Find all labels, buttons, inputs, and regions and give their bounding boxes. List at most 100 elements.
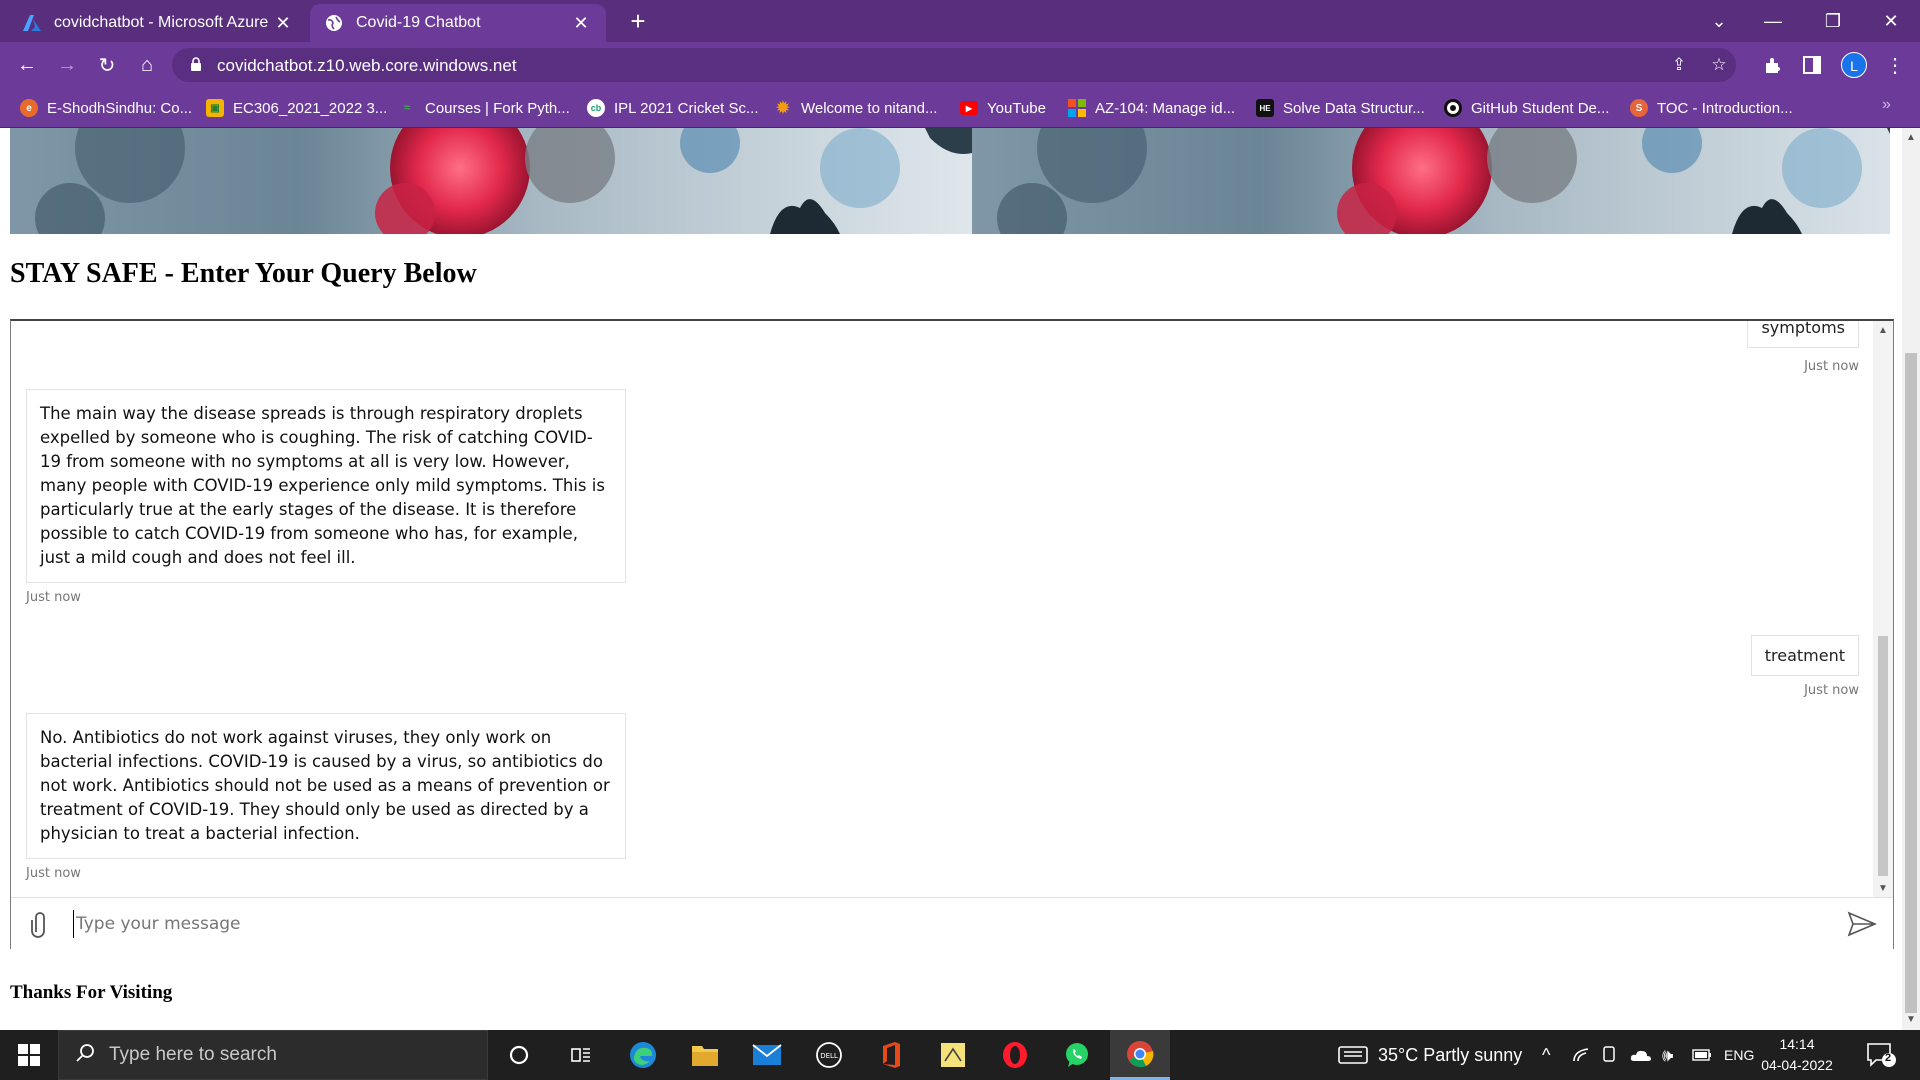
scrollbar-thumb[interactable] bbox=[1905, 353, 1917, 1013]
bookmark-label: E-ShodhSindhu: Co... bbox=[47, 99, 193, 117]
close-tab-icon[interactable]: ✕ bbox=[272, 13, 294, 34]
bookmark-item[interactable]: ▣ EC306_2021_2022 3... bbox=[206, 96, 387, 120]
home-button[interactable]: ⌂ bbox=[132, 50, 162, 80]
speaker-icon[interactable]: 🕪 bbox=[1662, 1030, 1673, 1080]
youtube-icon: ▶ bbox=[960, 101, 978, 115]
clock-time: 14:14 bbox=[1779, 1036, 1815, 1052]
globe-icon bbox=[324, 13, 344, 33]
bookmark-item[interactable]: ▶ YouTube bbox=[960, 96, 1046, 120]
dell-icon[interactable]: DELL bbox=[800, 1030, 858, 1080]
webchat-container: symptoms Just now The main way the disea… bbox=[10, 319, 1894, 949]
microsoft-icon bbox=[1068, 99, 1086, 117]
classroom-icon: ▣ bbox=[206, 99, 224, 117]
bookmark-item[interactable]: S TOC - Introduction... bbox=[1630, 96, 1793, 120]
task-view-icon[interactable] bbox=[552, 1030, 610, 1080]
lock-icon[interactable] bbox=[190, 57, 202, 77]
network-icon[interactable] bbox=[1572, 1030, 1590, 1080]
tab-covid-chatbot[interactable]: Covid-19 Chatbot ✕ bbox=[310, 4, 606, 42]
forkpython-icon: ≈ bbox=[403, 102, 411, 114]
bookmark-item[interactable]: AZ-104: Manage id... bbox=[1068, 96, 1235, 120]
input-language[interactable]: ENG bbox=[1724, 1030, 1754, 1080]
profile-avatar[interactable]: L bbox=[1841, 52, 1867, 78]
minimize-button[interactable]: — bbox=[1748, 0, 1798, 42]
tab-azure[interactable]: covidchatbot - Microsoft Azure ✕ bbox=[8, 4, 308, 42]
browser-menu-icon[interactable]: ⋮ bbox=[1880, 50, 1910, 80]
bookmark-label: Courses | Fork Pyth... bbox=[425, 99, 570, 117]
bookmark-label: Solve Data Structur... bbox=[1283, 99, 1425, 117]
tab-search-chevron-icon[interactable]: ⌄ bbox=[1694, 0, 1744, 42]
message-text: symptoms bbox=[1761, 321, 1845, 337]
opera-icon[interactable] bbox=[986, 1030, 1044, 1080]
browser-toolbar: ← → ↻ ⌂ covidchatbot.z10.web.core.window… bbox=[0, 42, 1920, 88]
weather-widget[interactable]: 35°C Partly sunny bbox=[1338, 1030, 1522, 1080]
side-panel-icon[interactable] bbox=[1797, 50, 1827, 80]
page-scrollbar[interactable]: ▲ ▼ bbox=[1902, 128, 1920, 1030]
bookmark-item[interactable]: GitHub Student De... bbox=[1444, 96, 1609, 120]
close-tab-icon[interactable]: ✕ bbox=[570, 13, 592, 34]
bookmark-label: IPL 2021 Cricket Sc... bbox=[614, 99, 759, 117]
address-bar[interactable]: covidchatbot.z10.web.core.windows.net ⇪ … bbox=[172, 48, 1736, 82]
office-icon[interactable] bbox=[862, 1030, 920, 1080]
tab-title: Covid-19 Chatbot bbox=[356, 14, 481, 31]
new-tab-button[interactable]: + bbox=[622, 6, 654, 38]
url-text: covidchatbot.z10.web.core.windows.net bbox=[217, 56, 517, 75]
forward-button[interactable]: → bbox=[52, 50, 82, 80]
tab-title: covidchatbot - Microsoft Azure bbox=[54, 14, 269, 31]
footer-thanks-text: Thanks For Visiting bbox=[10, 982, 173, 1003]
edge-browser-icon[interactable] bbox=[614, 1030, 672, 1080]
windows-start-button[interactable] bbox=[0, 1030, 58, 1080]
restore-button[interactable]: ❐ bbox=[1808, 0, 1858, 42]
notification-count-badge: 2 bbox=[1885, 1052, 1892, 1064]
file-explorer-icon[interactable] bbox=[676, 1030, 734, 1080]
sticky-notes-icon[interactable] bbox=[924, 1030, 982, 1080]
bookmark-item[interactable]: ≈ Courses | Fork Pyth... bbox=[398, 96, 570, 120]
back-button[interactable]: ← bbox=[12, 50, 42, 80]
bookmark-label: Welcome to nitand... bbox=[801, 99, 938, 117]
bookmark-label: GitHub Student De... bbox=[1471, 99, 1610, 117]
chat-scrollbar[interactable]: ▲ ▼ bbox=[1873, 321, 1893, 897]
show-hidden-icons-chevron-icon[interactable]: ^ bbox=[1542, 1030, 1550, 1080]
notification-center-icon[interactable]: 2 bbox=[1866, 1042, 1896, 1068]
windows-logo-icon bbox=[18, 1044, 40, 1066]
bookmark-item[interactable]: ✹ Welcome to nitand... bbox=[774, 96, 937, 120]
chat-transcript[interactable]: symptoms Just now The main way the disea… bbox=[11, 321, 1875, 897]
search-placeholder: Type here to search bbox=[109, 1044, 277, 1065]
bookmarks-bar: e E-ShodhSindhu: Co... ▣ EC306_2021_2022… bbox=[0, 88, 1920, 128]
scroll-down-arrow-icon[interactable]: ▼ bbox=[1906, 1014, 1916, 1025]
nitand-icon: ✹ bbox=[776, 100, 790, 117]
extensions-icon[interactable] bbox=[1758, 50, 1788, 80]
mail-icon[interactable] bbox=[738, 1030, 796, 1080]
bookmark-label: AZ-104: Manage id... bbox=[1095, 99, 1236, 117]
chrome-icon[interactable] bbox=[1110, 1030, 1170, 1080]
message-input[interactable] bbox=[73, 910, 1773, 938]
device-icon[interactable] bbox=[1602, 1030, 1616, 1080]
weather-text: 35°C Partly sunny bbox=[1378, 1044, 1523, 1065]
close-window-button[interactable]: ✕ bbox=[1866, 0, 1916, 42]
send-arrow-icon[interactable] bbox=[1847, 911, 1878, 937]
bookmark-item[interactable]: e E-ShodhSindhu: Co... bbox=[20, 96, 192, 120]
reload-button[interactable]: ↻ bbox=[92, 50, 122, 80]
scrollbar-thumb[interactable] bbox=[1878, 636, 1888, 876]
github-icon bbox=[1444, 99, 1462, 117]
cortana-icon[interactable] bbox=[490, 1030, 548, 1080]
bookmark-item[interactable]: HE Solve Data Structur... bbox=[1256, 96, 1425, 120]
attachment-paperclip-icon[interactable] bbox=[27, 910, 53, 938]
share-icon[interactable]: ⇪ bbox=[1668, 54, 1690, 76]
bookmarks-overflow-chevron-icon[interactable]: » bbox=[1882, 96, 1891, 114]
bookmark-star-icon[interactable]: ☆ bbox=[1708, 54, 1730, 76]
scroll-down-arrow-icon[interactable]: ▼ bbox=[1878, 883, 1888, 894]
bookmark-item[interactable]: cb IPL 2021 Cricket Sc... bbox=[587, 96, 759, 120]
bot-message-bubble: No. Antibiotics do not work against viru… bbox=[26, 713, 626, 859]
onedrive-icon[interactable] bbox=[1630, 1030, 1652, 1080]
user-message-bubble: symptoms bbox=[1747, 321, 1859, 348]
taskbar-clock[interactable]: 14:14 04-04-2022 bbox=[1752, 1034, 1842, 1076]
message-timestamp: Just now bbox=[26, 590, 81, 605]
message-timestamp: Just now bbox=[1804, 359, 1859, 374]
battery-icon[interactable] bbox=[1692, 1030, 1712, 1080]
scroll-up-arrow-icon[interactable]: ▲ bbox=[1906, 132, 1916, 143]
taskbar-search-box[interactable]: Type here to search bbox=[58, 1030, 488, 1080]
whatsapp-icon[interactable] bbox=[1048, 1030, 1106, 1080]
scroll-up-arrow-icon[interactable]: ▲ bbox=[1878, 325, 1888, 336]
weather-cloud-icon bbox=[1338, 1046, 1368, 1064]
covid-virus-banner-image bbox=[10, 128, 1890, 234]
